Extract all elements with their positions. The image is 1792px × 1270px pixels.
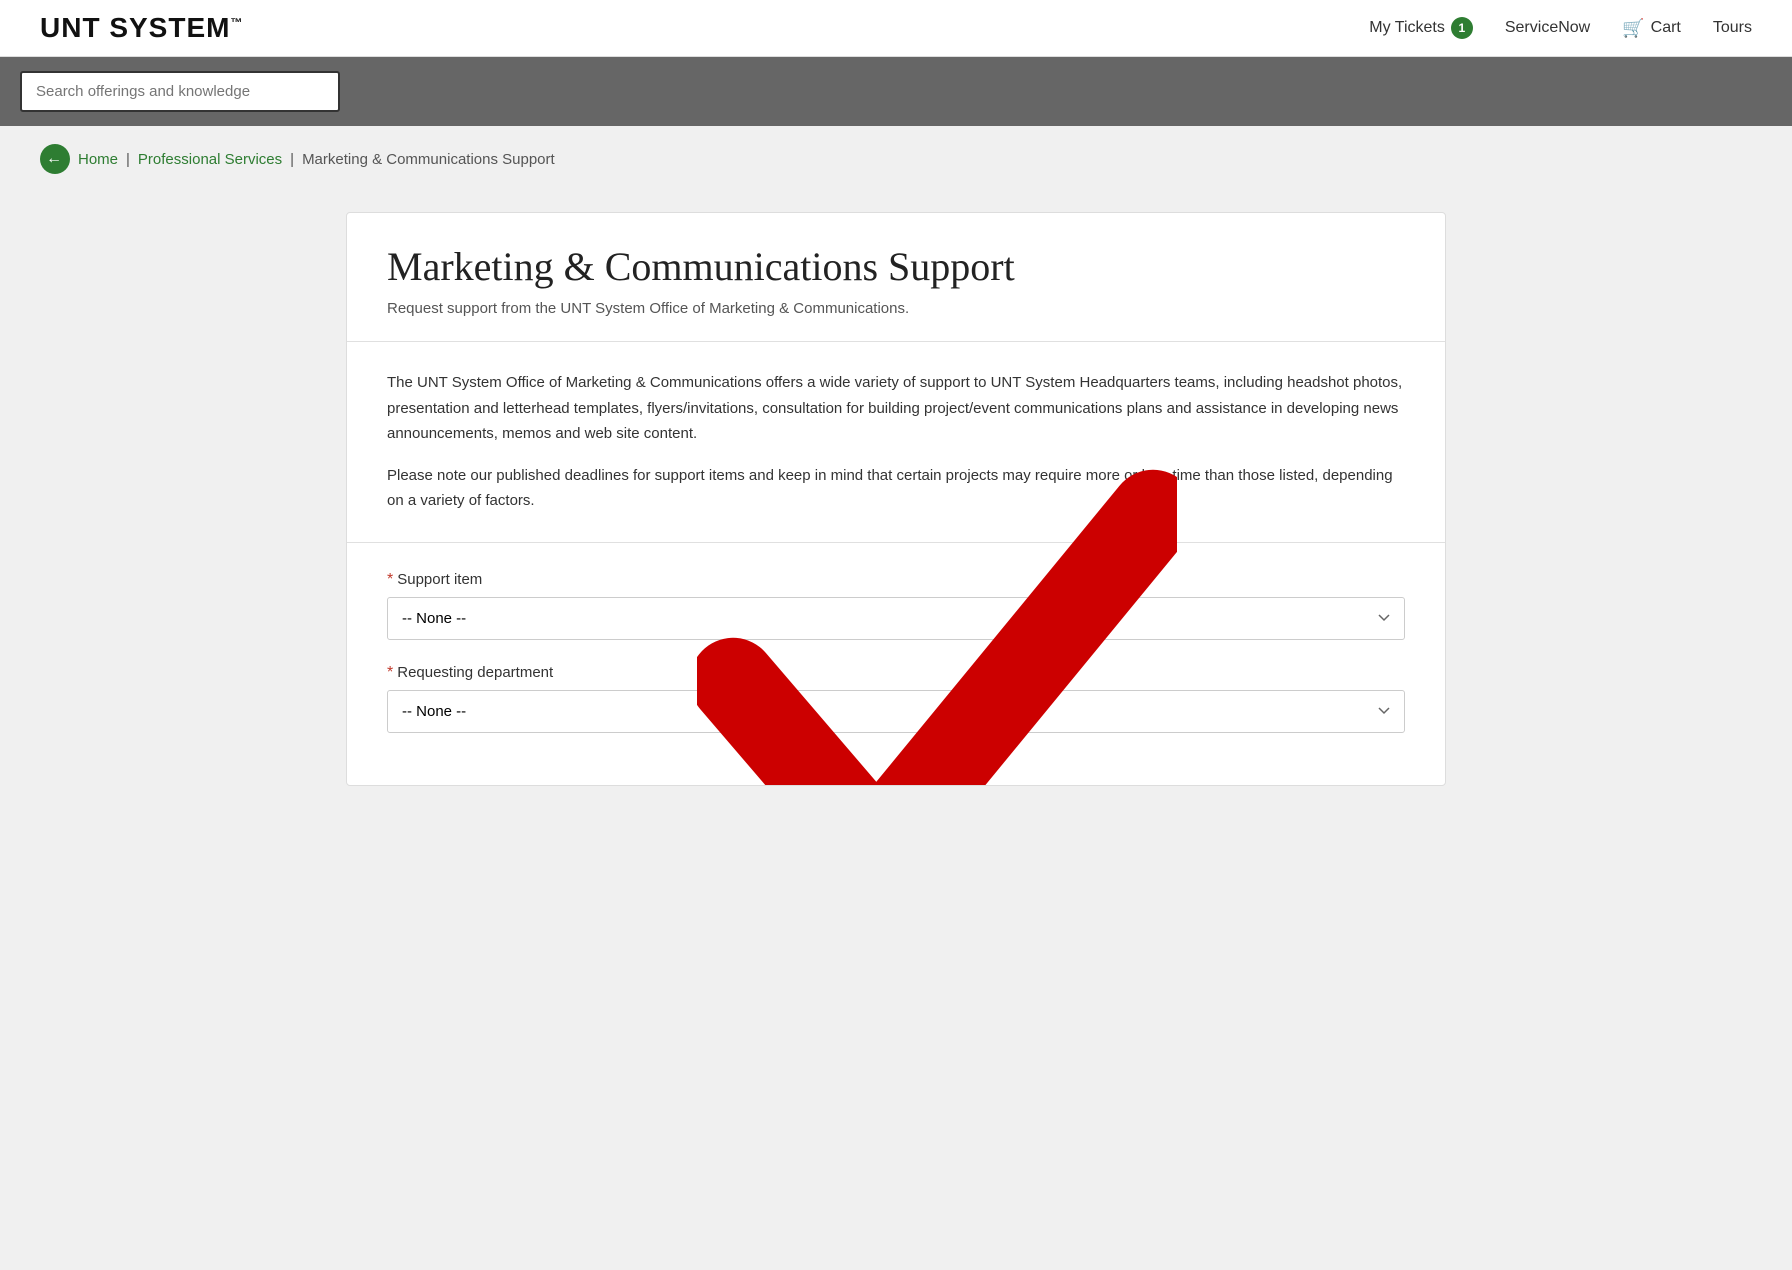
cart-icon: 🛒: [1622, 18, 1644, 39]
back-arrow-icon: ←: [46, 150, 62, 168]
main-content: Marketing & Communications Support Reque…: [0, 192, 1792, 826]
breadcrumb-sep2: |: [290, 151, 294, 168]
card-description: The UNT System Office of Marketing & Com…: [347, 342, 1445, 543]
my-tickets-nav[interactable]: My Tickets 1: [1369, 17, 1473, 39]
search-bar: [0, 57, 1792, 126]
header-nav: My Tickets 1 ServiceNow 🛒 Cart Tours: [1369, 17, 1752, 39]
tours-nav[interactable]: Tours: [1713, 19, 1752, 37]
description-paragraph-1: The UNT System Office of Marketing & Com…: [387, 370, 1405, 447]
card-form: * Support item -- None -- * Requesting d…: [347, 543, 1445, 785]
required-star-2: *: [387, 664, 393, 682]
description-paragraph-2: Please note our published deadlines for …: [387, 463, 1405, 514]
cart-nav[interactable]: 🛒 Cart: [1622, 18, 1681, 39]
page-title: Marketing & Communications Support: [387, 243, 1405, 290]
support-item-select[interactable]: -- None --: [387, 597, 1405, 640]
card-header: Marketing & Communications Support Reque…: [347, 213, 1445, 342]
service-now-nav[interactable]: ServiceNow: [1505, 19, 1590, 37]
form-card: Marketing & Communications Support Reque…: [346, 212, 1446, 786]
requesting-dept-label: * Requesting department: [387, 664, 1405, 682]
breadcrumb-current-page: Marketing & Communications Support: [302, 151, 555, 168]
cart-label: Cart: [1651, 19, 1681, 37]
search-input[interactable]: [20, 71, 340, 112]
page-header: UNT SYSTEM™ My Tickets 1 ServiceNow 🛒 Ca…: [0, 0, 1792, 57]
logo-trademark: ™: [230, 16, 243, 30]
breadcrumb-professional-services[interactable]: Professional Services: [138, 151, 282, 168]
my-tickets-label: My Tickets: [1369, 19, 1445, 37]
support-item-label-text: Support item: [397, 571, 482, 588]
support-item-field: * Support item -- None --: [387, 571, 1405, 640]
breadcrumb-home[interactable]: Home: [78, 151, 118, 168]
back-button[interactable]: ←: [40, 144, 70, 174]
breadcrumb: ← Home | Professional Services | Marketi…: [0, 126, 1792, 192]
breadcrumb-sep1: |: [126, 151, 130, 168]
site-logo: UNT SYSTEM™: [40, 12, 243, 44]
logo-text: UNT SYSTEM: [40, 12, 230, 43]
my-tickets-badge: 1: [1451, 17, 1473, 39]
service-now-label: ServiceNow: [1505, 19, 1590, 37]
requesting-dept-select[interactable]: -- None --: [387, 690, 1405, 733]
support-item-label: * Support item: [387, 571, 1405, 589]
required-star-1: *: [387, 571, 393, 589]
requesting-dept-label-text: Requesting department: [397, 664, 553, 681]
card-subtitle: Request support from the UNT System Offi…: [387, 300, 1405, 317]
requesting-dept-field: * Requesting department -- None --: [387, 664, 1405, 733]
tours-label: Tours: [1713, 19, 1752, 37]
